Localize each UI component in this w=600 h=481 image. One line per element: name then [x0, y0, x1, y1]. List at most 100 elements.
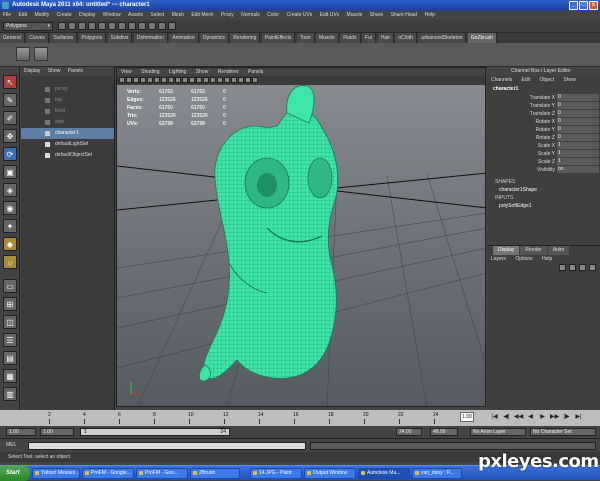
attr-value[interactable]: 0: [557, 118, 599, 125]
layer-tab-display[interactable]: Display: [493, 246, 520, 255]
attr-value[interactable]: 1: [557, 158, 599, 165]
shape-node[interactable]: character1Shape: [487, 186, 600, 194]
go-to-end-button[interactable]: ▶|: [574, 413, 583, 422]
render-tool-icon[interactable]: ☼: [3, 255, 17, 269]
shelf-tab-muscle[interactable]: Muscle: [315, 33, 339, 43]
menu-share-head[interactable]: Share Head: [391, 11, 418, 20]
save-scene-icon[interactable]: [78, 22, 86, 30]
layer-menu-options[interactable]: Options: [515, 256, 532, 262]
new-layer-icon[interactable]: [579, 264, 586, 271]
cb-menu-channels[interactable]: Channels: [491, 77, 512, 83]
snap-point-icon[interactable]: [138, 22, 146, 30]
cb-menu-edit[interactable]: Edit: [522, 77, 531, 83]
layout-custom-icon[interactable]: ▥: [3, 387, 17, 401]
shelf-tab-subdivs[interactable]: Subdivs: [107, 33, 133, 43]
menu-select[interactable]: Select: [150, 11, 164, 20]
outliner-item-persp[interactable]: persp: [21, 84, 114, 95]
outliner-menu-display[interactable]: Display: [24, 68, 40, 74]
step-forward-frame-button[interactable]: ▶▶: [550, 413, 559, 422]
layer-menu-help[interactable]: Help: [542, 256, 552, 262]
character-mesh[interactable]: [198, 85, 339, 382]
shelf-tab-surfaces[interactable]: Surfaces: [50, 33, 78, 43]
perspective-viewport[interactable]: View Shading Lighting Show Renderer Pane…: [116, 67, 486, 407]
step-back-key-button[interactable]: ◀|: [502, 413, 511, 422]
anim-start-field[interactable]: 1.00: [40, 428, 74, 436]
taskbar-item-yahoo[interactable]: Yahoo! Messen...: [32, 468, 80, 479]
step-back-frame-button[interactable]: ◀◀: [514, 413, 523, 422]
attr-value[interactable]: 1: [557, 150, 599, 157]
maximize-button[interactable]: □: [579, 1, 588, 10]
shelf-tab-curves[interactable]: Curves: [26, 33, 50, 43]
paint-select-icon[interactable]: ✐: [3, 111, 17, 125]
outliner-item-front[interactable]: front: [21, 106, 114, 117]
close-button[interactable]: x: [589, 1, 598, 10]
shelf-tab-dynamics[interactable]: Dynamics: [199, 33, 229, 43]
menu-file[interactable]: File: [3, 11, 11, 20]
shelf-tab-advancedskeleton[interactable]: advancedSkeleton: [418, 33, 467, 43]
attr-translate-z[interactable]: Translate Z0: [487, 110, 600, 118]
scale-tool-icon[interactable]: ▣: [3, 165, 17, 179]
layout-outliner-icon[interactable]: ☰: [3, 333, 17, 347]
play-backwards-button[interactable]: ◀: [526, 413, 535, 422]
attr-value[interactable]: 1: [557, 142, 599, 149]
attr-rotate-z[interactable]: Rotate Z0: [487, 134, 600, 142]
shelf-tab-general[interactable]: General: [0, 33, 25, 43]
step-forward-key-button[interactable]: |▶: [562, 413, 571, 422]
attr-value[interactable]: 0: [557, 102, 599, 109]
start-time-field[interactable]: 1.00: [6, 428, 36, 436]
ipr-render-icon[interactable]: [158, 22, 166, 30]
taskbar-item-maya[interactable]: Autodesk Ma...: [358, 468, 410, 479]
character-set-select[interactable]: No Character Set: [530, 428, 596, 436]
play-forwards-button[interactable]: ▶: [538, 413, 547, 422]
layer-move-down-icon[interactable]: [569, 264, 576, 271]
menu-color[interactable]: Color: [267, 11, 279, 20]
attr-rotate-x[interactable]: Rotate X0: [487, 118, 600, 126]
layout-single-icon[interactable]: ▭: [3, 279, 17, 293]
manipulator-tool-icon[interactable]: ◈: [3, 183, 17, 197]
shelf-tab-rendering[interactable]: Rendering: [230, 33, 261, 43]
layer-tab-anim[interactable]: Anim: [547, 246, 570, 255]
input-node[interactable]: polySoftEdge1: [487, 202, 600, 210]
start-button[interactable]: Start: [0, 466, 30, 481]
layout-four-icon[interactable]: ⊞: [3, 297, 17, 311]
menu-display[interactable]: Display: [79, 11, 95, 20]
taskbar-item-zbrush[interactable]: ZBrush: [190, 468, 240, 479]
menu-create-uvs[interactable]: Create UVs: [286, 11, 312, 20]
taskbar-item-paint[interactable]: 14.JPG - Paint: [250, 468, 302, 479]
goz-icon[interactable]: [16, 47, 30, 61]
anim-layer-select[interactable]: No Anim Layer: [470, 428, 526, 436]
command-input[interactable]: [28, 442, 306, 450]
shelf-tab-gozbrush[interactable]: GoZbrush: [467, 33, 498, 43]
menu-edit-mesh[interactable]: Edit Mesh: [191, 11, 213, 20]
menu-proxy[interactable]: Proxy: [221, 11, 234, 20]
attr-scale-z[interactable]: Scale Z1: [487, 158, 600, 166]
layout-graph-icon[interactable]: ▤: [3, 351, 17, 365]
last-tool-icon[interactable]: ◆: [3, 237, 17, 251]
menu-assets[interactable]: Assets: [128, 11, 143, 20]
render-settings-icon[interactable]: [168, 22, 176, 30]
shelf-tab-ncloth[interactable]: nCloth: [395, 33, 417, 43]
menu-edit-uvs[interactable]: Edit UVs: [320, 11, 339, 20]
new-scene-icon[interactable]: [58, 22, 66, 30]
goz-all-icon[interactable]: [34, 47, 48, 61]
soft-mod-tool-icon[interactable]: ◉: [3, 201, 17, 215]
taskbar-item-profm-google[interactable]: ProFM - Google...: [82, 468, 134, 479]
layer-tab-render[interactable]: Render: [520, 246, 547, 255]
shelf-tab-polygons[interactable]: Polygons: [78, 33, 107, 43]
outliner-item-defaultobjectset[interactable]: defaultObjectSet: [21, 150, 114, 161]
outliner-item-side[interactable]: side: [21, 117, 114, 128]
shelf-tab-painteffects[interactable]: PaintEffects: [261, 33, 296, 43]
shelf-tab-deformation[interactable]: Deformation: [133, 33, 168, 43]
current-frame-field[interactable]: 1.00: [460, 412, 474, 422]
layer-menu-layers[interactable]: Layers: [491, 256, 506, 262]
taskbar-item-van-duny[interactable]: van_duny : P...: [412, 468, 462, 479]
menu-create[interactable]: Create: [57, 11, 72, 20]
range-bar[interactable]: 1 24: [80, 428, 230, 436]
attr-value[interactable]: 0: [557, 126, 599, 133]
attr-translate-x[interactable]: Translate X0: [487, 94, 600, 102]
menu-share[interactable]: Share: [370, 11, 383, 20]
outliner-item-character1[interactable]: character1: [21, 128, 114, 139]
shelf-tab-animation[interactable]: Animation: [169, 33, 199, 43]
menu-help[interactable]: Help: [425, 11, 435, 20]
select-component-icon[interactable]: [108, 22, 116, 30]
